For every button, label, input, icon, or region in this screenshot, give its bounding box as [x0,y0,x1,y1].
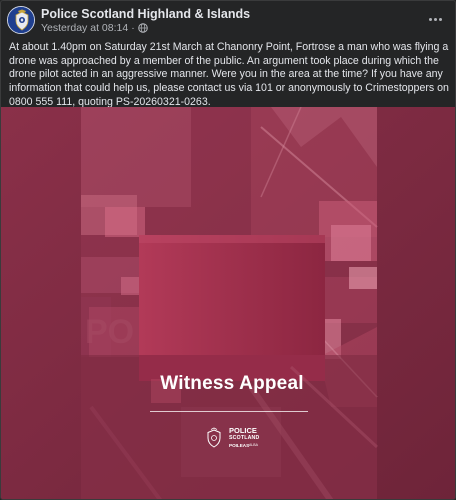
police-scotland-crest-icon [207,427,221,448]
post-body-text: At about 1.40pm on Saturday 21st March a… [9,41,449,108]
more-dot [428,17,432,21]
facebook-post: Police Scotland Highland & Islands Yeste… [0,0,456,500]
witness-appeal-image[interactable]: PO Witness Appeal POLICE SCOTLAND POILEA… [1,107,455,499]
background-letters: PO [85,313,134,351]
police-crest-icon [8,7,34,33]
logo-wordmark-police: POLICE [229,426,257,435]
post-header: Police Scotland Highland & Islands Yeste… [1,1,455,37]
more-dot [433,17,437,21]
logo-wordmark-scotland: SCOTLAND [229,435,260,441]
appeal-title: Witness Appeal [160,373,304,394]
page-name-link[interactable]: Police Scotland Highland & Islands [41,7,250,21]
globe-icon [137,23,148,33]
post-timestamp[interactable]: Yesterday at 08:14 [41,22,128,34]
title-divider [150,411,308,412]
logo-wordmark-gaelic: POILEAS [229,443,250,448]
post-meta: Yesterday at 08:14 · [41,22,148,34]
logo-wordmark-alba: ALBA [249,443,258,447]
page-avatar[interactable] [7,6,35,34]
more-options-button[interactable] [423,11,447,27]
appeal-background-graphic: PO [1,107,455,499]
meta-separator: · [131,22,135,34]
more-dot [438,17,442,21]
